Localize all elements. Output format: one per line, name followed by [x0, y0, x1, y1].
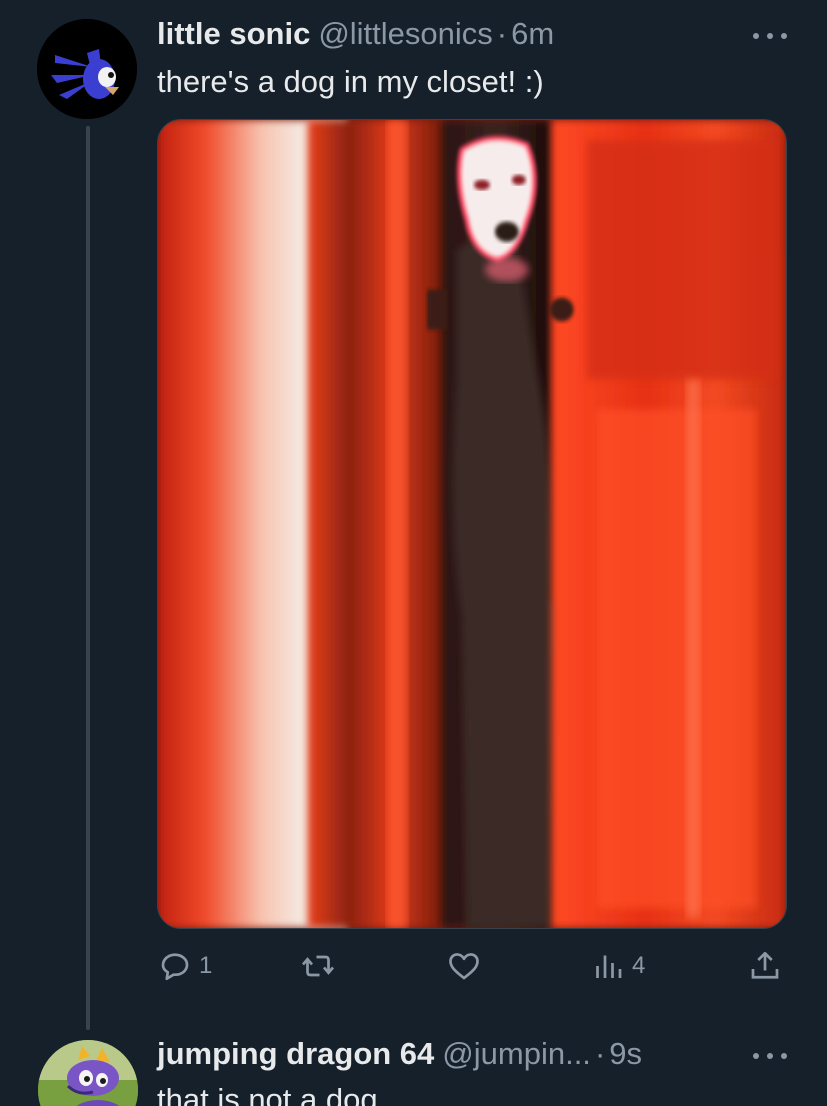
avatar[interactable]: [38, 1040, 138, 1106]
share-button[interactable]: [747, 944, 783, 988]
like-button[interactable]: [446, 944, 488, 988]
reply-header: jumping dragon 64 @jumpin... · 9s: [157, 1034, 642, 1074]
sonic-avatar-icon: [37, 19, 137, 119]
tweet-header: little sonic @littlesonics · 6m: [157, 14, 554, 54]
dot-icon: [753, 1053, 759, 1059]
dot-icon: [767, 33, 773, 39]
views-icon: [596, 955, 622, 978]
views-count: 4: [632, 952, 646, 979]
reply-more-options-button[interactable]: [753, 1044, 787, 1068]
thread-connector-line: [86, 126, 90, 1030]
author-handle[interactable]: @littlesonics: [318, 14, 492, 54]
views-button[interactable]: 4: [590, 944, 645, 988]
reply-author-name[interactable]: jumping dragon 64: [157, 1034, 434, 1074]
dot-icon: [781, 1053, 787, 1059]
tweet-text: there's a dog in my closet! :): [157, 64, 544, 99]
tweet-timestamp[interactable]: 6m: [511, 14, 554, 54]
author-name[interactable]: little sonic: [157, 14, 310, 54]
reply-icon: [161, 953, 189, 981]
reply-author-handle[interactable]: @jumpin...: [442, 1034, 591, 1074]
reply-count: 1: [199, 952, 213, 979]
avatar[interactable]: [37, 19, 137, 119]
heart-icon: [449, 953, 479, 980]
dragon-avatar-icon: [38, 1040, 138, 1106]
tweet-media-image[interactable]: [157, 119, 787, 929]
closet-photo: [158, 120, 786, 928]
retweet-button[interactable]: [300, 944, 342, 988]
timeline: little sonic @littlesonics · 6m there's …: [0, 0, 827, 1106]
dot-icon: [767, 1053, 773, 1059]
retweet-icon: [301, 955, 335, 977]
share-icon: [751, 951, 779, 979]
dot-icon: [753, 33, 759, 39]
reply-button[interactable]: 1: [157, 944, 212, 988]
reply-text: that is not a dog: [157, 1082, 378, 1106]
reply-timestamp[interactable]: 9s: [609, 1034, 642, 1074]
more-options-button[interactable]: [753, 24, 787, 48]
separator-dot: ·: [594, 1036, 606, 1071]
separator-dot: ·: [496, 16, 508, 51]
dot-icon: [781, 33, 787, 39]
tweet-action-bar: 1 4: [157, 944, 787, 988]
